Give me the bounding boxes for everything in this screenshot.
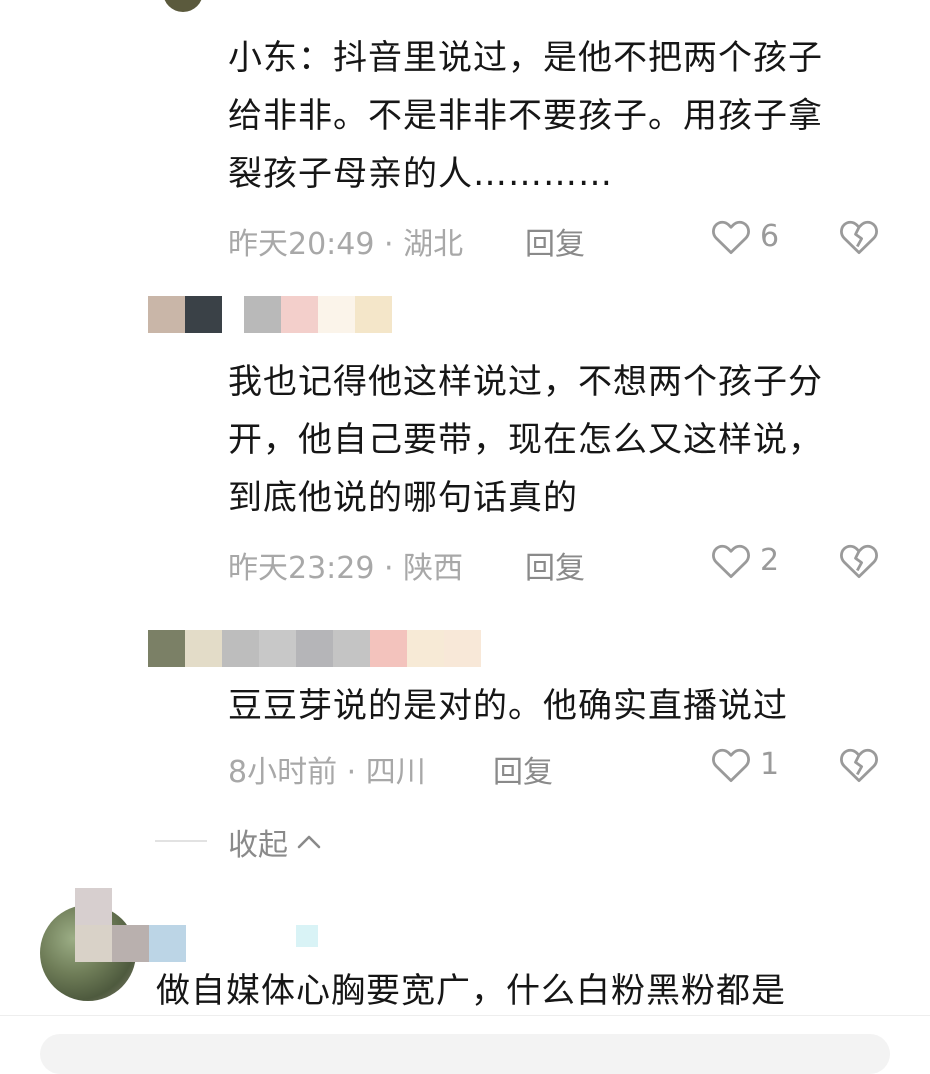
comment-meta: 8小时前 · 四川 [228,747,426,791]
comment-text-line: 到底他说的哪句话真的 [228,478,578,518]
like-button[interactable]: 2 [710,540,779,580]
comment-input-field[interactable] [40,1034,890,1074]
heart-icon [712,748,750,783]
like-count: 2 [760,542,780,578]
reply-button[interactable]: 回复 [525,219,585,263]
comment-time: 昨天23:29 [228,551,375,586]
username-pixelated[interactable] [148,630,481,667]
comment-input-bar[interactable] [0,1015,930,1074]
comment-location: 湖北 [403,227,464,262]
like-button[interactable]: 6 [710,216,779,256]
comment-text-line: 开，他自己要带，现在怎么又这样说， [228,420,823,460]
meta-separator: · [384,227,404,262]
dislike-icon[interactable] [838,540,880,580]
comment-text-line: 豆豆芽说的是对的。他确实直播说过 [228,686,788,726]
collapse-replies-button[interactable]: 收起 [228,820,324,864]
reply-comment: 小东：抖音里说过，是他不把两个孩子 给非非。不是非非不要孩子。用孩子拿 裂孩子母… [228,29,908,203]
meta-separator: · [346,755,366,790]
meta-separator: · [384,551,404,586]
comment-text-line: 给非非。不是非非不要孩子。用孩子拿 [228,96,823,136]
heart-icon [712,220,750,255]
comment-text: 做自媒体心胸要宽广，什么白粉黑粉都是 [156,971,786,1011]
like-count: 1 [760,746,780,782]
username-pixelated[interactable] [148,296,392,333]
heart-icon [712,544,750,579]
comment-text-line: 裂孩子母亲的人………… [228,154,613,194]
comment-text-line: 小东：抖音里说过，是他不把两个孩子 [228,38,823,78]
comment-meta: 昨天23:29 · 陕西 [228,543,463,587]
dislike-icon[interactable] [838,216,880,256]
like-button[interactable]: 1 [710,744,779,784]
collapse-divider [155,840,207,842]
comment-meta: 昨天20:49 · 湖北 [228,219,463,263]
reply-button[interactable]: 回复 [493,747,553,791]
avatar-partial[interactable] [163,0,203,12]
comment-time: 昨天20:49 [228,227,375,262]
reply-comment: 豆豆芽说的是对的。他确实直播说过 [228,677,908,735]
comment-location: 四川 [365,755,426,790]
username-pixelated [296,925,318,947]
username-pixelated[interactable] [75,925,186,962]
reply-comment: 我也记得他这样说过，不想两个孩子分 开，他自己要带，现在怎么又这样说， 到底他说… [228,353,908,527]
comment-text-line: 我也记得他这样说过，不想两个孩子分 [228,362,823,402]
username-pixelated[interactable] [75,888,112,925]
collapse-label: 收起 [228,828,288,863]
comment-location: 陕西 [403,551,464,586]
like-count: 6 [760,218,780,254]
dislike-icon[interactable] [838,744,880,784]
comment-time: 8小时前 [228,755,338,790]
reply-button[interactable]: 回复 [525,543,585,587]
chevron-up-icon [297,835,321,849]
